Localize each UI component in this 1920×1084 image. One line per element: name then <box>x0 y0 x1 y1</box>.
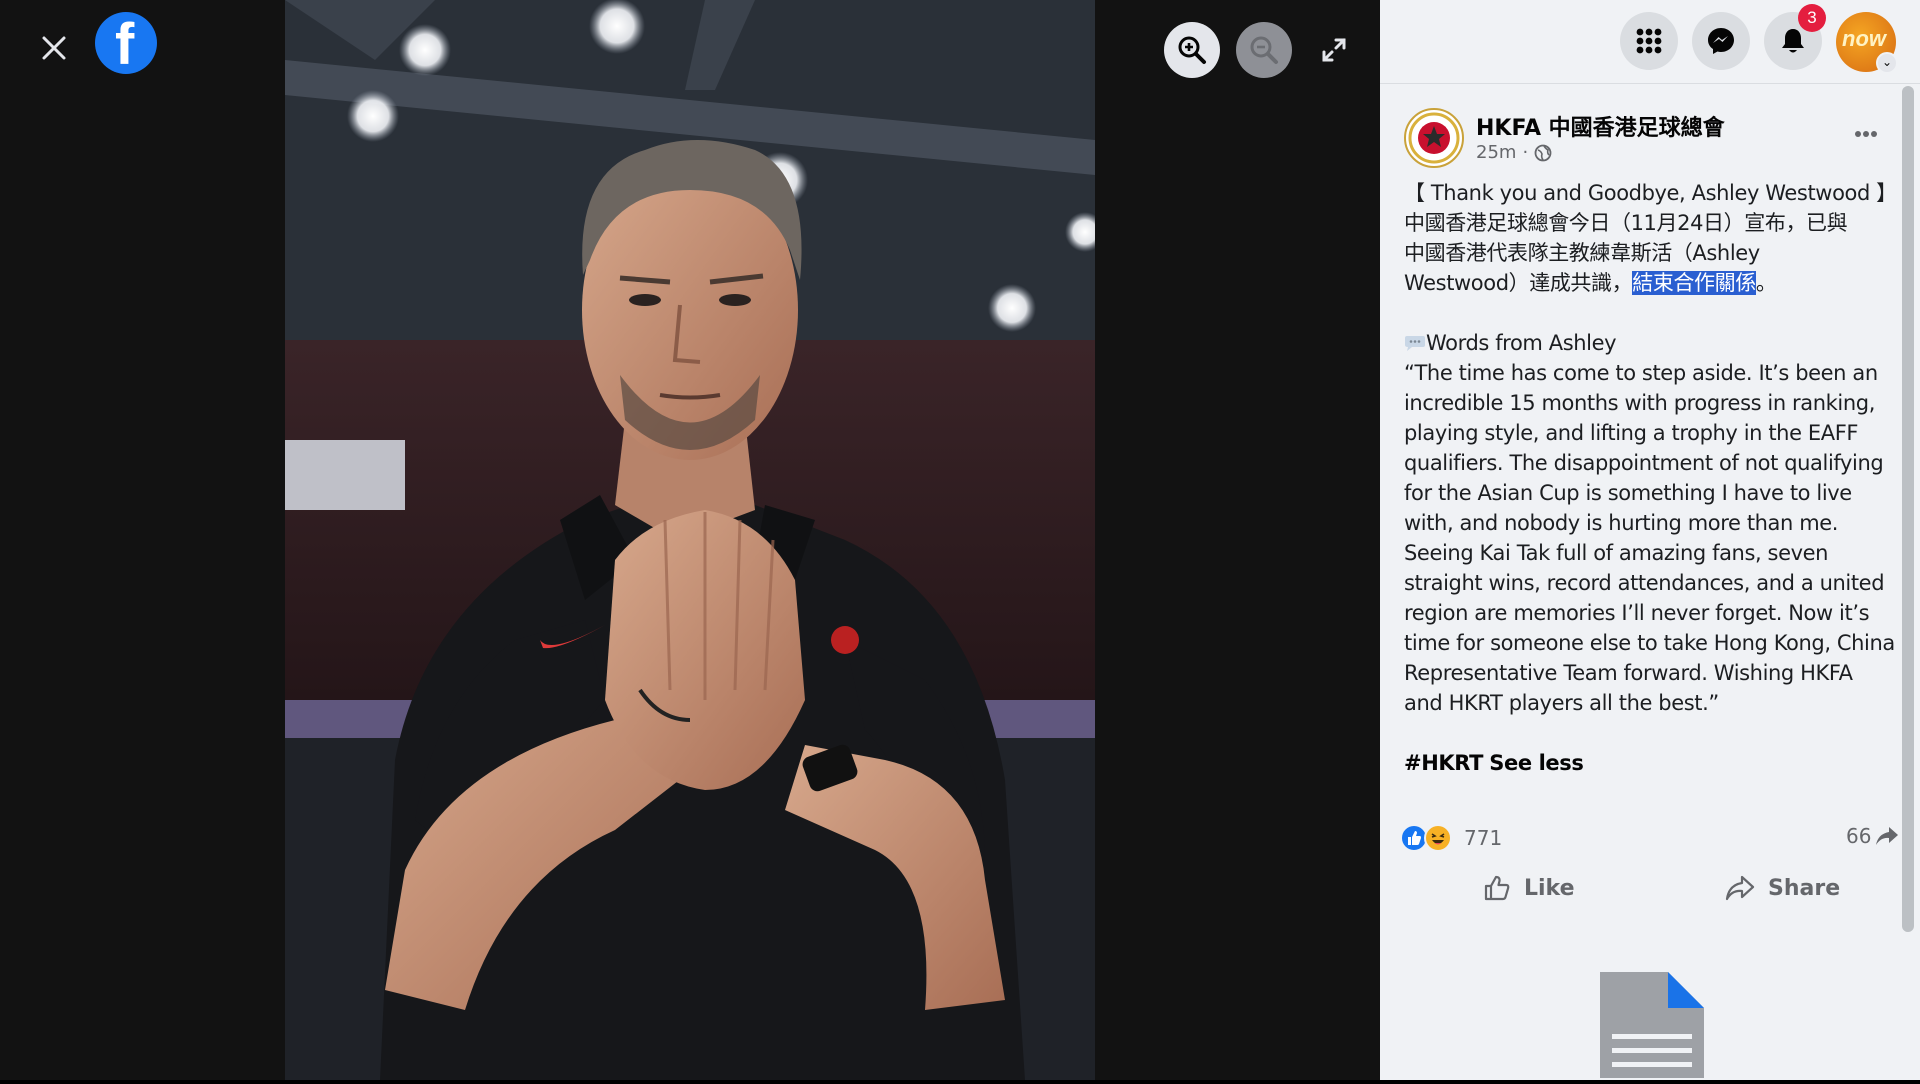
zoom-out-icon <box>1250 36 1278 64</box>
like-label: Like <box>1524 875 1575 901</box>
grid-menu-icon <box>1636 28 1662 54</box>
thumbs-up-icon <box>1484 875 1510 901</box>
like-button[interactable]: Like <box>1482 868 1575 908</box>
post-line-end: 。 <box>1755 271 1777 295</box>
post-line-text: Westwood）達成共識， <box>1404 271 1633 295</box>
see-less-link[interactable]: See less <box>1489 751 1584 775</box>
post-line: 中國香港足球總會今日（11月24日）宣布，已與 <box>1404 211 1848 235</box>
messenger-button[interactable] <box>1692 12 1750 70</box>
words-heading-line: Words from Ashley <box>1404 328 1896 358</box>
post-text: 【 Thank you and Goodbye, Ashley Westwood… <box>1404 178 1897 778</box>
facebook-logo[interactable]: f <box>95 12 157 74</box>
post-line: Westwood）達成共識，結束合作關係。 <box>1404 268 1896 298</box>
zoom-in-icon <box>1178 36 1206 64</box>
document-icon <box>1596 968 1708 1080</box>
share-arrow-icon <box>1876 827 1899 845</box>
speech-bubble-icon <box>1405 336 1425 351</box>
share-label: Share <box>1768 875 1841 901</box>
menu-button[interactable] <box>1620 12 1678 70</box>
share-count-value: 66 <box>1846 824 1872 848</box>
page-name-link[interactable]: HKFA 中國香港足球總會 <box>1476 110 1725 142</box>
globe-icon <box>1534 144 1552 161</box>
messenger-icon <box>1708 28 1734 54</box>
bell-icon <box>1782 29 1804 53</box>
selected-text[interactable]: 結束合作關係 <box>1632 271 1756 295</box>
hashtag-link[interactable]: #HKRT <box>1404 751 1483 775</box>
hashtag-line: #HKRT See less <box>1404 748 1896 778</box>
post-time[interactable]: 25m <box>1476 142 1516 163</box>
chevron-down-icon[interactable]: ⌄ <box>1876 52 1898 74</box>
account-avatar-logo: now <box>1842 26 1886 51</box>
facebook-logo-letter: f <box>115 12 135 75</box>
share-count[interactable]: 66 <box>1846 824 1899 848</box>
post-line: 中國香港代表隊主教練韋斯活（Ashley <box>1404 241 1760 265</box>
reaction-count: 771 <box>1464 826 1503 850</box>
zoom-out-button[interactable] <box>1236 22 1292 78</box>
post-photo[interactable] <box>285 0 1095 1080</box>
reactions-summary[interactable]: 771 <box>1400 824 1502 852</box>
meta-separator: · <box>1522 142 1529 163</box>
zoom-in-button[interactable] <box>1164 22 1220 78</box>
post-meta: 25m · <box>1476 142 1552 163</box>
post-more-options-button[interactable] <box>1846 118 1886 150</box>
notification-badge: 3 <box>1798 4 1826 32</box>
close-icon <box>42 36 66 60</box>
quote-text: “The time has come to step aside. It’s b… <box>1404 361 1895 715</box>
scrollbar-thumb[interactable] <box>1902 86 1914 932</box>
post-line: 【 Thank you and Goodbye, Ashley Westwood… <box>1404 181 1897 205</box>
share-icon <box>1725 875 1755 901</box>
fullscreen-button[interactable] <box>1316 32 1352 68</box>
photo-illustration <box>285 0 1095 1080</box>
share-button[interactable]: Share <box>1724 868 1840 908</box>
more-dots-icon <box>1855 131 1877 137</box>
photo-viewer: f <box>0 0 1380 1080</box>
words-heading: Words from Ashley <box>1426 331 1617 355</box>
fullscreen-icon <box>1322 38 1346 62</box>
close-button[interactable] <box>30 24 78 72</box>
haha-reaction-icon <box>1424 824 1452 852</box>
page-avatar[interactable] <box>1404 108 1464 168</box>
